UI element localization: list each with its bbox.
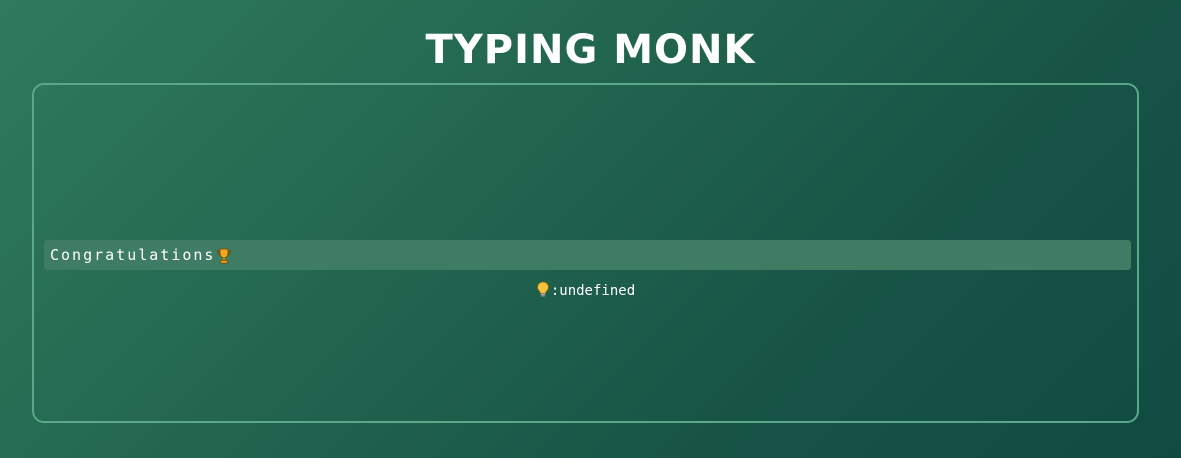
app-title: TYPING MONK: [425, 27, 756, 73]
congrats-message: Congratulations: [50, 246, 216, 264]
current-line: Congratulations: [44, 240, 1131, 270]
hint-row: :undefined: [34, 281, 1137, 299]
lightbulb-icon: [536, 281, 550, 298]
trophy-icon: [216, 248, 232, 264]
hint-text: :undefined: [550, 283, 636, 299]
typing-panel[interactable]: Congratulations :undefined: [32, 83, 1139, 423]
